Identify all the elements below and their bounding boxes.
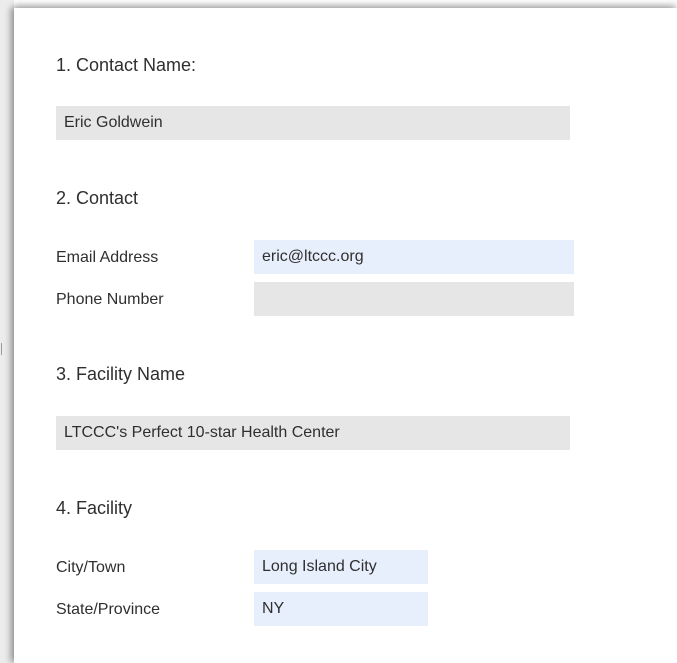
state-province-field[interactable]	[254, 592, 428, 626]
email-address-label: Email Address	[56, 249, 159, 266]
contact-name-field[interactable]	[56, 106, 570, 140]
phone-number-label: Phone Number	[56, 291, 164, 308]
question-facility-label: 4. Facility	[56, 498, 133, 518]
state-province-label: State/Province	[56, 601, 161, 618]
facility-name-field[interactable]	[56, 416, 570, 450]
phone-number-field[interactable]	[254, 282, 574, 316]
city-town-label: City/Town	[56, 559, 126, 576]
question-contact-label: 2. Contact	[56, 188, 139, 208]
question-contact-name-label: 1. Contact Name:	[56, 55, 197, 75]
email-address-field[interactable]	[254, 240, 574, 274]
page-background	[0, 0, 14, 663]
city-town-field[interactable]	[254, 550, 428, 584]
form-card: 1. Contact Name: 2. Contact Email Addres…	[14, 8, 677, 663]
page-edge-mark	[1, 343, 2, 355]
question-facility-name-label: 3. Facility Name	[56, 364, 186, 384]
